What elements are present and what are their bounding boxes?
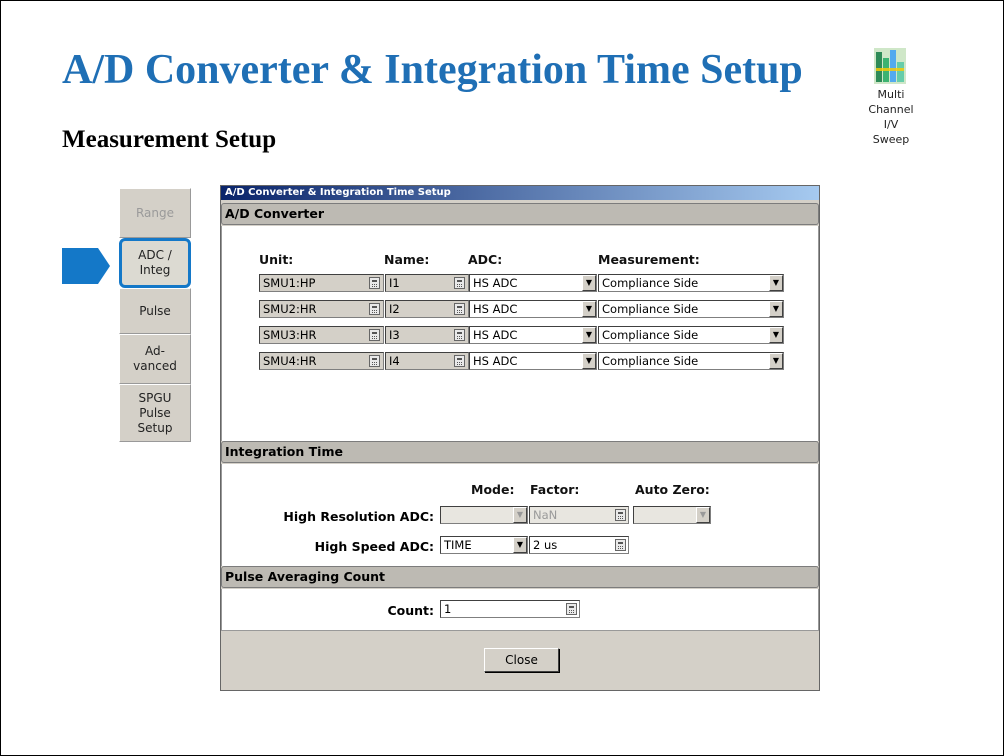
- pulse-averaging-panel: Count: 1: [221, 589, 819, 631]
- adc-column-label: ADC:: [468, 252, 503, 267]
- measurement-dropdown-icon[interactable]: ▼: [769, 327, 783, 343]
- hr-factor-field[interactable]: NaN: [529, 506, 629, 524]
- measurement-dropdown-icon[interactable]: ▼: [769, 353, 783, 369]
- dialog-title: A/D Converter & Integration Time Setup: [221, 186, 819, 200]
- unit-field: SMU1:HP: [259, 274, 384, 292]
- adc-dropdown-icon[interactable]: ▼: [582, 353, 596, 369]
- adc-section-heading: A/D Converter: [221, 203, 819, 225]
- hr-adc-label: High Resolution ADC:: [283, 509, 434, 524]
- adc-dropdown-icon[interactable]: ▼: [582, 327, 596, 343]
- unit-field: SMU3:HR: [259, 326, 384, 344]
- count-calculator-icon[interactable]: [566, 603, 577, 615]
- name-keyboard-icon[interactable]: [454, 303, 465, 315]
- adc-select[interactable]: HS ADC: [469, 274, 597, 292]
- tab-spgu-pulse-setup[interactable]: SPGU Pulse Setup: [119, 384, 191, 442]
- unit-column-label: Unit:: [259, 252, 294, 267]
- adc-integration-dialog: A/D Converter & Integration Time Setup A…: [220, 185, 820, 691]
- autozero-column-label: Auto Zero:: [635, 482, 710, 497]
- hs-adc-label: High Speed ADC:: [314, 539, 434, 554]
- close-button[interactable]: Close: [484, 648, 559, 672]
- hr-autozero-dropdown-icon[interactable]: ▼: [696, 507, 710, 523]
- unit-calculator-icon[interactable]: [369, 277, 380, 289]
- tab-range[interactable]: Range: [119, 188, 191, 238]
- hs-factor-calculator-icon[interactable]: [615, 539, 626, 551]
- adc-dropdown-icon[interactable]: ▼: [582, 301, 596, 317]
- count-field[interactable]: 1: [440, 600, 580, 618]
- multi-channel-sweep-icon[interactable]: [874, 48, 906, 84]
- hs-factor-field[interactable]: 2 us: [529, 536, 629, 554]
- slide-title: A/D Converter & Integration Time Setup: [62, 47, 803, 93]
- app-icon-label: Multi Channel I/V Sweep: [868, 88, 914, 146]
- name-keyboard-icon[interactable]: [454, 355, 465, 367]
- name-keyboard-icon[interactable]: [454, 329, 465, 341]
- measurement-select[interactable]: Compliance Side: [598, 326, 784, 344]
- mode-column-label: Mode:: [471, 482, 515, 497]
- hs-mode-dropdown-icon[interactable]: ▼: [513, 537, 527, 553]
- unit-field: SMU4:HR: [259, 352, 384, 370]
- tab-advanced[interactable]: Ad- vanced: [119, 334, 191, 384]
- name-column-label: Name:: [384, 252, 430, 267]
- factor-column-label: Factor:: [530, 482, 580, 497]
- measurement-select[interactable]: Compliance Side: [598, 352, 784, 370]
- tab-pulse[interactable]: Pulse: [119, 288, 191, 334]
- adc-select[interactable]: HS ADC: [469, 300, 597, 318]
- count-label: Count:: [387, 603, 434, 618]
- slide-subtitle: Measurement Setup: [62, 126, 277, 153]
- adc-select[interactable]: HS ADC: [469, 352, 597, 370]
- measurement-select[interactable]: Compliance Side: [598, 274, 784, 292]
- measurement-dropdown-icon[interactable]: ▼: [769, 301, 783, 317]
- hr-mode-dropdown-icon[interactable]: ▼: [513, 507, 527, 523]
- adc-panel: Unit: Name: ADC: Measurement: SMU1:HP I1 H…: [221, 226, 819, 441]
- setup-tabs: Range ADC / Integ Pulse Ad- vanced SPGU …: [119, 188, 191, 442]
- name-keyboard-icon[interactable]: [454, 277, 465, 289]
- pulse-averaging-section-heading: Pulse Averaging Count: [221, 566, 819, 588]
- unit-calculator-icon[interactable]: [369, 355, 380, 367]
- adc-select[interactable]: HS ADC: [469, 326, 597, 344]
- adc-dropdown-icon[interactable]: ▼: [582, 275, 596, 291]
- integration-section-heading: Integration Time: [221, 441, 819, 463]
- measurement-column-label: Measurement:: [598, 252, 700, 267]
- measurement-select[interactable]: Compliance Side: [598, 300, 784, 318]
- pointer-arrow-icon: [62, 248, 110, 284]
- measurement-dropdown-icon[interactable]: ▼: [769, 275, 783, 291]
- unit-calculator-icon[interactable]: [369, 303, 380, 315]
- unit-calculator-icon[interactable]: [369, 329, 380, 341]
- integration-panel: Mode: Factor: Auto Zero: High Resolution…: [221, 464, 819, 566]
- tab-adc-integ[interactable]: ADC / Integ: [119, 238, 191, 288]
- unit-field: SMU2:HR: [259, 300, 384, 318]
- hr-factor-calculator-icon[interactable]: [615, 509, 626, 521]
